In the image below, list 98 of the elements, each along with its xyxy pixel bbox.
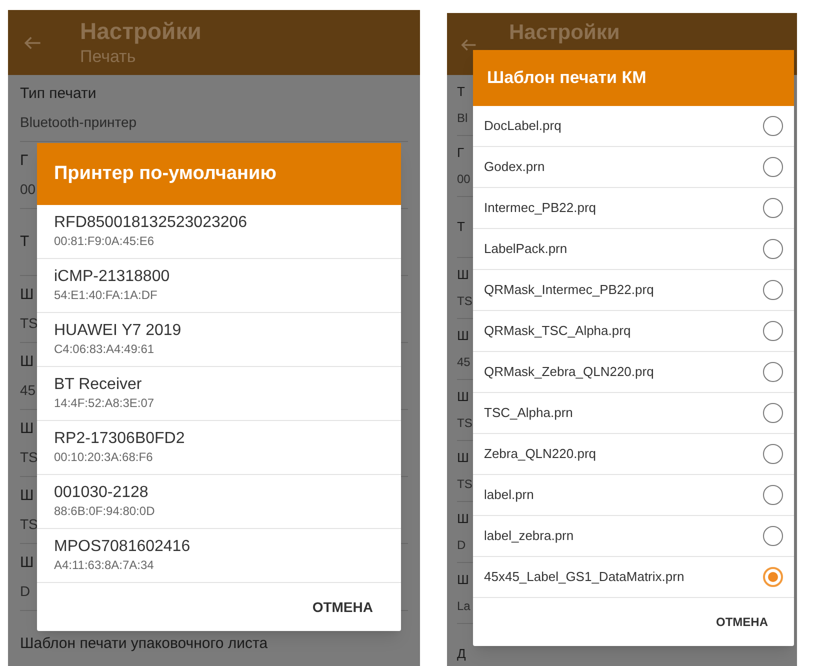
device-name: 001030-2128 [54, 483, 150, 503]
template-name: DocLabel.prq [484, 117, 562, 136]
template-option[interactable]: QRMask_TSC_Alpha.prq [473, 311, 794, 352]
radio-button[interactable] [763, 198, 783, 218]
device-list-item[interactable]: RFD850018132523023206 00:81:F9:0A:45:E6 [37, 205, 401, 259]
radio-button[interactable] [763, 403, 783, 423]
setting-label: Д [457, 645, 466, 663]
device-list-item[interactable]: HUAWEI Y7 2019 C4:06:83:A4:49:61 [37, 313, 401, 367]
setting-value: TS [20, 314, 38, 333]
setting-label: Т [20, 232, 30, 252]
template-name: Zebra_QLN220.prq [484, 445, 596, 464]
setting-value: 00 [20, 180, 36, 199]
setting-label: Ш [20, 419, 34, 439]
template-name: QRMask_TSC_Alpha.prq [484, 322, 631, 340]
device-address: A4:11:63:8A:7A:34 [54, 557, 155, 574]
dialog-title: Принтер по-умолчанию [54, 162, 276, 186]
radio-button[interactable] [763, 485, 783, 505]
setting-label: Шаблон печати упаковочного листа [20, 634, 268, 654]
device-list-item[interactable]: iCMP-21318800 54:E1:40:FA:1A:DF [37, 259, 401, 313]
radio-button[interactable] [763, 157, 783, 177]
setting-value: La [457, 598, 470, 615]
setting-label: Ш [457, 449, 469, 467]
template-name: TSC_Alpha.prn [484, 404, 573, 422]
screen-title: Настройки [509, 20, 620, 46]
template-option[interactable]: TSC_Alpha.prn [473, 393, 794, 434]
device-name: BT Receiver [54, 375, 143, 395]
device-name: MPOS7081602416 [54, 537, 192, 557]
radio-button[interactable] [763, 116, 783, 136]
device-list-item[interactable]: BT Receiver 14:4F:52:A8:3E:07 [37, 367, 401, 421]
dialog-title: Шаблон печати КМ [487, 67, 646, 90]
template-name: Intermec_PB22.prq [484, 199, 596, 218]
setting-label: Г [20, 151, 28, 171]
device-list-item[interactable]: 001030-2128 88:6B:0F:94:80:0D [37, 475, 401, 529]
template-name: QRMask_Zebra_QLN220.prq [484, 363, 654, 382]
setting-value: 45 [457, 354, 470, 371]
setting-value: TS [457, 293, 472, 310]
setting-value: TS [457, 415, 472, 432]
template-option[interactable]: label.prn [473, 475, 794, 516]
device-address: 54:E1:40:FA:1A:DF [54, 287, 158, 304]
radio-button[interactable] [763, 526, 783, 546]
device-name: RP2-17306B0FD2 [54, 429, 186, 449]
cancel-button[interactable]: ОТМЕНА [712, 607, 772, 637]
setting-value: TS [457, 476, 472, 493]
template-option[interactable]: Intermec_PB22.prq [473, 188, 794, 229]
device-address: C4:06:83:A4:49:61 [54, 341, 156, 358]
template-option[interactable]: Zebra_QLN220.prq [473, 434, 794, 475]
setting-value: D [20, 582, 30, 601]
screen-subtitle: Печать [80, 46, 137, 68]
radio-button[interactable] [763, 321, 783, 341]
device-address: 88:6B:0F:94:80:0D [54, 503, 156, 520]
setting-value: Bluetooth-принтер [20, 113, 137, 132]
device-name: RFD850018132523023206 [54, 213, 248, 233]
radio-button[interactable] [763, 444, 783, 464]
setting-label: Ш [20, 352, 34, 372]
setting-value: TS [20, 515, 38, 534]
device-list-item[interactable]: RP2-17306B0FD2 00:10:20:3A:68:F6 [37, 421, 401, 475]
setting-label: Г [457, 144, 464, 162]
template-option[interactable]: 45x45_Label_GS1_DataMatrix.prn [473, 557, 794, 598]
setting-value: 00 [457, 171, 470, 188]
setting-value: Bl [457, 110, 468, 127]
setting-label: Ш [20, 553, 34, 573]
setting-label: Ш [457, 327, 469, 345]
template-name: QRMask_Intermec_PB22.prq [484, 281, 654, 300]
setting-label: Т [457, 218, 465, 236]
radio-button[interactable] [763, 362, 783, 382]
setting-label: Тип печати [20, 84, 96, 104]
setting-label: Ш [457, 388, 469, 406]
device-list-item[interactable]: MPOS7081602416 A4:11:63:8A:7A:34 [37, 529, 401, 583]
setting-label: Ш [20, 486, 34, 506]
device-address: 14:4F:52:A8:3E:07 [54, 395, 156, 412]
setting-label: Ш [457, 571, 469, 589]
device-name: iCMP-21318800 [54, 267, 171, 287]
setting-label: Ш [457, 510, 469, 528]
template-option[interactable]: QRMask_Intermec_PB22.prq [473, 270, 794, 311]
template-option[interactable]: QRMask_Zebra_QLN220.prq [473, 352, 794, 393]
device-name: HUAWEI Y7 2019 [54, 321, 182, 341]
radio-button[interactable] [763, 567, 783, 587]
radio-button[interactable] [763, 239, 783, 259]
setting-label: Ш [20, 285, 34, 305]
template-name: label_zebra.prn [484, 527, 574, 546]
device-address: 00:10:20:3A:68:F6 [54, 449, 154, 466]
template-option[interactable]: label_zebra.prn [473, 516, 794, 557]
template-name: LabelPack.prn [484, 240, 568, 258]
screen-title: Настройки [80, 17, 202, 46]
setting-value: TS [20, 448, 38, 467]
template-option[interactable]: Godex.prn [473, 147, 794, 188]
cancel-button[interactable]: ОТМЕНА [308, 590, 377, 624]
setting-value: 45 [20, 381, 36, 400]
template-name: label.prn [484, 486, 534, 504]
radio-button[interactable] [763, 280, 783, 300]
setting-label: Ш [457, 266, 469, 284]
template-name: 45x45_Label_GS1_DataMatrix.prn [484, 568, 684, 586]
template-name: Godex.prn [484, 158, 545, 176]
template-option[interactable]: LabelPack.prn [473, 229, 794, 270]
device-address: 00:81:F9:0A:45:E6 [54, 233, 156, 250]
template-option[interactable]: DocLabel.prq [473, 106, 794, 147]
setting-label: Т [457, 83, 465, 101]
setting-value: D [457, 537, 466, 554]
